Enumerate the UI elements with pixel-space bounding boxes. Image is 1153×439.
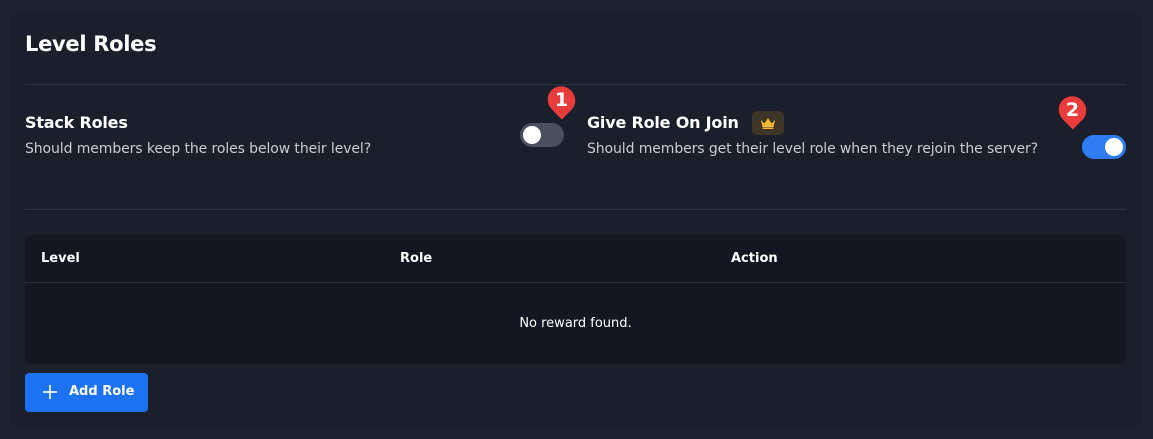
column-header-level: Level bbox=[41, 251, 80, 266]
card-title: Level Roles bbox=[25, 32, 157, 56]
setting-description: Should members get their level role when… bbox=[587, 141, 1039, 157]
marker-badge-1: 1 bbox=[554, 89, 569, 111]
column-header-action: Action bbox=[731, 251, 778, 266]
add-role-label: Add Role bbox=[69, 384, 135, 399]
plus-icon bbox=[43, 385, 57, 399]
setting-title: Stack Roles bbox=[25, 113, 128, 132]
marker-badge-2: 2 bbox=[1065, 99, 1080, 121]
table-header-divider bbox=[25, 282, 1126, 283]
rewards-table: Level Role Action No reward found. bbox=[25, 235, 1126, 364]
stack-roles-toggle[interactable] bbox=[520, 123, 564, 147]
give-role-on-join-toggle[interactable] bbox=[1082, 135, 1126, 159]
add-role-button[interactable]: Add Role bbox=[25, 373, 148, 412]
toggle-knob bbox=[1105, 138, 1123, 156]
column-header-role: Role bbox=[400, 251, 433, 266]
setting-title: Give Role On Join bbox=[587, 113, 739, 132]
settings-divider bbox=[25, 209, 1126, 210]
header-divider bbox=[25, 84, 1126, 85]
toggle-knob bbox=[523, 126, 541, 144]
setting-description: Should members keep the roles below thei… bbox=[25, 141, 372, 157]
empty-state-text: No reward found. bbox=[519, 316, 632, 331]
level-roles-card: Level Roles Stack Roles Should members k… bbox=[10, 12, 1142, 428]
crown-icon bbox=[761, 118, 775, 129]
premium-badge bbox=[752, 111, 784, 135]
